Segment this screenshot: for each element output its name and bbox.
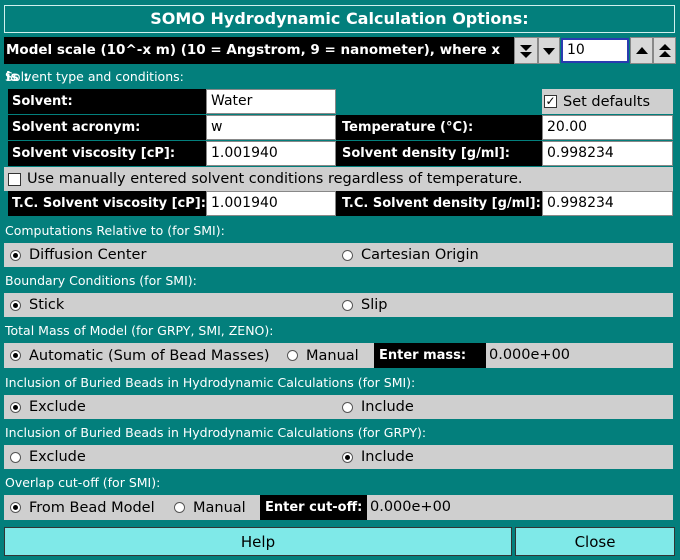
radio-selected-icon bbox=[10, 350, 21, 361]
help-button[interactable]: Help bbox=[4, 527, 512, 556]
model-scale-input[interactable]: 10 bbox=[561, 38, 629, 63]
radio-selected-icon bbox=[10, 299, 21, 311]
acronym-input[interactable]: w bbox=[206, 115, 336, 140]
boundary-section-label: Boundary Conditions (for SMI): bbox=[5, 273, 197, 288]
radio-unselected-icon bbox=[342, 401, 353, 413]
buried-grpy-include-label: Include bbox=[361, 449, 414, 465]
computations-section-label: Computations Relative to (for SMI): bbox=[5, 223, 225, 238]
mass-automatic-label: Automatic (Sum of Bead Masses) bbox=[29, 347, 270, 364]
radio-selected-icon bbox=[10, 401, 21, 413]
radio-cartesian-origin[interactable]: Cartesian Origin bbox=[342, 243, 479, 267]
viscosity-input[interactable]: 1.001940 bbox=[206, 141, 336, 166]
slip-label: Slip bbox=[361, 297, 388, 313]
cartesian-origin-label: Cartesian Origin bbox=[361, 247, 479, 263]
radio-slip[interactable]: Slip bbox=[342, 293, 387, 317]
solvent-input[interactable]: Water bbox=[206, 89, 336, 114]
buried-smi-section-label: Inclusion of Buried Beads in Hydrodynami… bbox=[5, 375, 416, 390]
double-up-icon bbox=[658, 43, 671, 57]
dialog-title: SOMO Hydrodynamic Calculation Options: bbox=[4, 5, 675, 33]
manual-conditions-check-icon bbox=[8, 172, 21, 186]
scale-up-button[interactable] bbox=[630, 37, 653, 64]
up-arrow-icon bbox=[635, 46, 648, 54]
radio-unselected-icon bbox=[342, 299, 353, 311]
radio-buried-grpy-include[interactable]: Include bbox=[342, 445, 414, 469]
boundary-radio-group: Stick Slip bbox=[4, 293, 673, 317]
enter-cutoff-label: Enter cut-off: bbox=[260, 495, 367, 520]
mass-manual-label: Manual bbox=[306, 347, 359, 364]
buried-grpy-radio-group: Exclude Include bbox=[4, 445, 673, 469]
radio-selected-icon bbox=[342, 451, 353, 463]
manual-conditions-checkbox[interactable]: Use manually entered solvent conditions … bbox=[4, 167, 673, 191]
density-input[interactable]: 0.998234 bbox=[542, 141, 673, 166]
radio-diffusion-center[interactable]: Diffusion Center bbox=[10, 243, 146, 267]
overlap-from-bead-model-label: From Bead Model bbox=[29, 499, 155, 516]
buried-grpy-section-label: Inclusion of Buried Beads in Hydrodynami… bbox=[5, 425, 427, 440]
density-label: Solvent density [g/ml]: bbox=[336, 141, 542, 166]
radio-mass-manual[interactable]: Manual bbox=[287, 343, 359, 368]
tc-density-input[interactable]: 0.998234 bbox=[542, 191, 673, 216]
down-arrow-icon bbox=[543, 47, 555, 55]
set-defaults-checkbox[interactable]: ✓ Set defaults bbox=[542, 89, 673, 114]
scale-fast-down-button[interactable] bbox=[514, 37, 538, 64]
set-defaults-label: Set defaults bbox=[563, 93, 650, 110]
radio-stick[interactable]: Stick bbox=[10, 293, 64, 317]
set-defaults-check-icon: ✓ bbox=[544, 94, 557, 108]
radio-mass-automatic[interactable]: Automatic (Sum of Bead Masses) bbox=[10, 343, 270, 368]
tc-viscosity-label: T.C. Solvent viscosity [cP]: bbox=[8, 191, 206, 216]
radio-selected-icon bbox=[10, 249, 21, 261]
acronym-label: Solvent acronym: bbox=[8, 115, 206, 140]
solvent-label: Solvent: bbox=[8, 89, 206, 114]
manual-conditions-label: Use manually entered solvent conditions … bbox=[27, 171, 523, 187]
buried-smi-exclude-label: Exclude bbox=[29, 399, 86, 415]
radio-unselected-icon bbox=[287, 350, 298, 361]
temperature-label: Temperature (°C): bbox=[336, 115, 542, 140]
enter-mass-input[interactable]: 0.000e+00 bbox=[486, 343, 673, 368]
enter-mass-label: Enter mass: bbox=[374, 343, 486, 368]
double-down-icon bbox=[520, 44, 532, 58]
scale-down-button[interactable] bbox=[538, 37, 560, 64]
temperature-input[interactable]: 20.00 bbox=[542, 115, 673, 140]
mass-section-label: Total Mass of Model (for GRPY, SMI, ZENO… bbox=[5, 323, 274, 338]
overlap-section-label: Overlap cut-off (for SMI): bbox=[5, 475, 161, 490]
solvent-section-label: Solvent type and conditions: bbox=[5, 69, 184, 84]
computations-radio-group: Diffusion Center Cartesian Origin bbox=[4, 243, 673, 267]
radio-buried-grpy-exclude[interactable]: Exclude bbox=[10, 445, 86, 469]
buried-smi-radio-group: Exclude Include bbox=[4, 395, 673, 419]
radio-unselected-icon bbox=[10, 451, 21, 463]
close-button[interactable]: Close bbox=[515, 527, 675, 556]
radio-buried-smi-include[interactable]: Include bbox=[342, 395, 414, 419]
overlap-manual-label: Manual bbox=[193, 499, 246, 516]
radio-unselected-icon bbox=[174, 502, 185, 513]
tc-density-label: T.C. Solvent density [g/ml]: bbox=[336, 191, 542, 216]
scale-fast-up-button[interactable] bbox=[653, 37, 676, 64]
radio-buried-smi-exclude[interactable]: Exclude bbox=[10, 395, 86, 419]
radio-selected-icon bbox=[10, 502, 21, 513]
radio-overlap-manual[interactable]: Manual bbox=[174, 495, 246, 520]
buried-grpy-exclude-label: Exclude bbox=[29, 449, 86, 465]
stick-label: Stick bbox=[29, 297, 65, 313]
model-scale-label: Model scale (10^-x m) (10 = Angstrom, 9 … bbox=[4, 37, 514, 85]
diffusion-center-label: Diffusion Center bbox=[29, 247, 147, 263]
viscosity-label: Solvent viscosity [cP]: bbox=[8, 141, 206, 166]
tc-viscosity-input[interactable]: 1.001940 bbox=[206, 191, 336, 216]
radio-unselected-icon bbox=[342, 249, 353, 261]
buried-smi-include-label: Include bbox=[361, 399, 414, 415]
enter-cutoff-input[interactable]: 0.000e+00 bbox=[367, 495, 673, 520]
radio-overlap-from-bead-model[interactable]: From Bead Model bbox=[10, 495, 155, 520]
